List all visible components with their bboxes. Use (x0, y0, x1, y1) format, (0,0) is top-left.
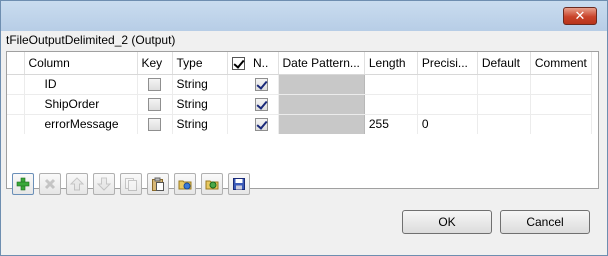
dialog-window: ✕ tFileOutputDelimited_2 (Output) Column… (0, 0, 608, 256)
cell-default[interactable] (477, 94, 531, 115)
row-selector[interactable] (7, 114, 25, 134)
cell-column[interactable]: errorMessage (24, 114, 138, 134)
cell-column[interactable]: ID (24, 74, 138, 95)
cell-type[interactable]: String (172, 74, 228, 95)
add-button[interactable] (12, 173, 34, 195)
nullable-checkbox[interactable] (254, 98, 268, 112)
close-icon: ✕ (574, 8, 586, 24)
header-column[interactable]: Column (24, 52, 138, 75)
cell-type[interactable]: String (172, 114, 228, 134)
paste-icon (152, 177, 164, 191)
schema-title: tFileOutputDelimited_2 (Output) (6, 33, 176, 47)
table-row[interactable]: ID String (7, 74, 592, 95)
copy-button[interactable] (120, 173, 142, 195)
import-button[interactable] (174, 173, 196, 195)
cell-default[interactable] (477, 114, 531, 134)
row-selector[interactable] (7, 74, 25, 95)
cell-length[interactable] (364, 94, 418, 115)
cell-length[interactable]: 255 (364, 114, 418, 134)
header-precision[interactable]: Precisi... (417, 52, 478, 75)
move-up-button[interactable] (66, 173, 88, 195)
cell-precision[interactable] (417, 94, 478, 115)
cell-date-pattern (278, 94, 365, 115)
add-icon (16, 177, 30, 191)
cell-comment[interactable] (530, 94, 592, 115)
table-header-row: Column Key Type N.. Date Pattern... Leng… (7, 52, 592, 75)
schema-table: Column Key Type N.. Date Pattern... Leng… (6, 51, 599, 189)
remove-icon (44, 178, 56, 190)
cell-type[interactable]: String (172, 94, 228, 115)
close-button[interactable]: ✕ (563, 7, 597, 25)
ok-button[interactable]: OK (402, 210, 492, 234)
move-up-icon (70, 177, 84, 191)
header-select-all[interactable] (227, 52, 249, 75)
table-row[interactable]: ShipOrder String (7, 94, 592, 115)
cell-precision[interactable]: 0 (417, 114, 478, 134)
header-date-pattern[interactable]: Date Pattern... (278, 52, 365, 75)
paste-button[interactable] (147, 173, 169, 195)
header-default[interactable]: Default (477, 52, 531, 75)
cell-date-pattern (278, 74, 365, 95)
nullable-checkbox[interactable] (254, 78, 268, 92)
key-checkbox[interactable] (148, 118, 161, 132)
save-icon (233, 178, 245, 190)
cell-key[interactable] (137, 114, 173, 134)
cell-nullable[interactable] (227, 94, 279, 115)
export-icon (205, 180, 219, 190)
header-key[interactable]: Key (137, 52, 173, 75)
dialog-content: tFileOutputDelimited_2 (Output) Column K… (2, 31, 606, 255)
table-row[interactable]: errorMessage String 255 0 (7, 114, 592, 134)
move-down-button[interactable] (93, 173, 115, 195)
schema-toolbar (12, 173, 250, 195)
key-checkbox[interactable] (148, 98, 161, 112)
header-comment[interactable]: Comment (530, 52, 592, 75)
key-checkbox[interactable] (148, 78, 161, 92)
remove-button[interactable] (39, 173, 61, 195)
nullable-checkbox[interactable] (254, 118, 268, 132)
export-button[interactable] (201, 173, 223, 195)
cell-key[interactable] (137, 94, 173, 115)
cell-comment[interactable] (530, 74, 592, 95)
header-length[interactable]: Length (364, 52, 418, 75)
cell-date-pattern (278, 114, 365, 134)
move-down-icon (97, 177, 111, 191)
header-nullable[interactable]: N.. (249, 52, 279, 75)
cell-comment[interactable] (530, 114, 592, 134)
title-bar[interactable]: ✕ (1, 1, 607, 31)
cancel-button[interactable]: Cancel (500, 210, 590, 234)
cell-nullable[interactable] (227, 74, 279, 95)
header-type[interactable]: Type (172, 52, 228, 75)
row-selector[interactable] (7, 94, 25, 115)
import-icon (178, 180, 192, 190)
row-selector-header (7, 52, 25, 75)
save-button[interactable] (228, 173, 250, 195)
cell-default[interactable] (477, 74, 531, 95)
cell-key[interactable] (137, 74, 173, 95)
cell-column[interactable]: ShipOrder (24, 94, 138, 115)
cell-length[interactable] (364, 74, 418, 95)
select-all-checkbox[interactable] (231, 56, 245, 70)
cell-precision[interactable] (417, 74, 478, 95)
copy-icon (125, 178, 137, 191)
cell-nullable[interactable] (227, 114, 279, 134)
